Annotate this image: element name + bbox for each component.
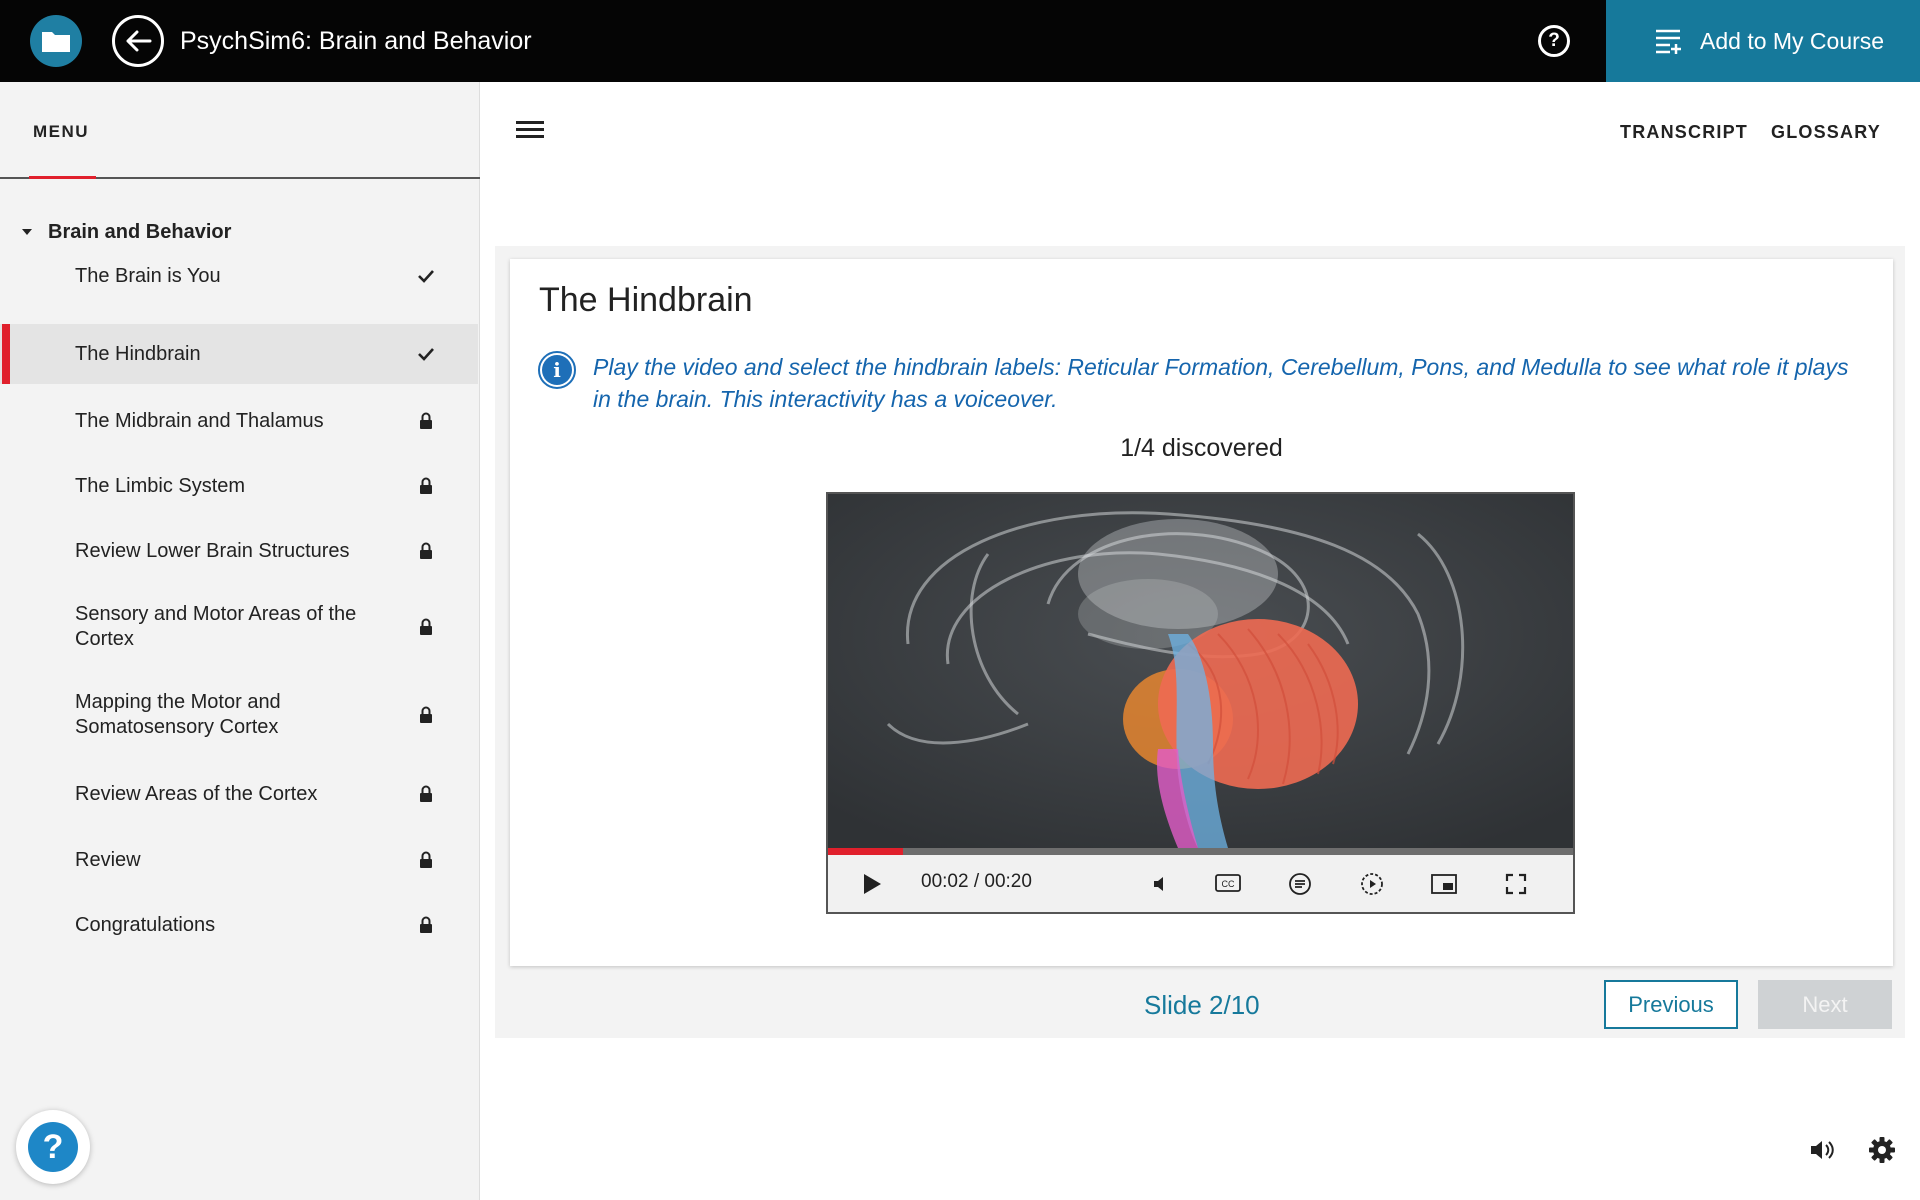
glossary-link[interactable]: GLOSSARY — [1771, 122, 1881, 143]
audio-icon[interactable] — [1808, 1135, 1838, 1165]
lock-icon — [415, 410, 437, 432]
slide-card: The Hindbrain i Play the video and selec… — [510, 259, 1893, 966]
video-controls: 00:02 / 00:20 CC — [828, 855, 1573, 912]
help-icon[interactable]: ? — [1538, 25, 1570, 57]
active-indicator — [2, 324, 10, 384]
previous-button[interactable]: Previous — [1604, 980, 1738, 1029]
sidebar-item-congratulations[interactable]: Congratulations — [0, 901, 478, 949]
caret-down-icon — [22, 229, 32, 235]
app-title: PsychSim6: Brain and Behavior — [180, 27, 532, 55]
picture-in-picture-icon[interactable] — [1427, 867, 1461, 901]
folder-button[interactable] — [30, 15, 82, 67]
video-time: 00:02 / 00:20 — [921, 871, 1032, 892]
check-icon — [415, 343, 437, 365]
section-header[interactable]: Brain and Behavior — [0, 212, 480, 252]
sidebar-item-mapping-cortex[interactable]: Mapping the Motor and Somatosensory Cort… — [0, 680, 478, 750]
brain-video-frame[interactable] — [828, 494, 1573, 848]
lock-icon — [415, 849, 437, 871]
sidebar-item-label: Mapping the Motor and Somatosensory Cort… — [75, 691, 281, 738]
sidebar-item-label: The Limbic System — [75, 474, 246, 497]
sidebar: MENU Brain and Behavior The Brain is You… — [0, 82, 480, 1200]
slide-title: The Hindbrain — [539, 281, 753, 319]
sidebar-item-hindbrain[interactable]: The Hindbrain — [0, 324, 478, 384]
play-icon[interactable] — [855, 867, 889, 901]
next-button[interactable]: Next — [1758, 980, 1892, 1029]
slide-counter: Slide 2/10 — [1144, 990, 1260, 1020]
transcript-link[interactable]: TRANSCRIPT — [1620, 122, 1748, 143]
discovered-count: 1/4 discovered — [1120, 434, 1283, 462]
sidebar-item-label: Sensory and Motor Areas of the Cortex — [75, 603, 357, 650]
sidebar-item-brain-is-you[interactable]: The Brain is You — [0, 252, 478, 300]
sidebar-item-midbrain[interactable]: The Midbrain and Thalamus — [0, 397, 478, 445]
gear-icon[interactable] — [1866, 1134, 1898, 1166]
video-progress-fill — [828, 848, 903, 855]
lock-icon — [415, 914, 437, 936]
menu-tab-indicator — [29, 176, 96, 179]
sidebar-item-limbic-system[interactable]: The Limbic System — [0, 462, 478, 510]
sidebar-item-label: Congratulations — [75, 913, 216, 936]
sidebar-item-review-lower-brain[interactable]: Review Lower Brain Structures — [0, 527, 478, 575]
sidebar-item-label: Review Lower Brain Structures — [75, 539, 350, 562]
top-bar: PsychSim6: Brain and Behavior ? Add to M… — [0, 0, 1920, 82]
sidebar-item-review[interactable]: Review — [0, 836, 478, 884]
instructions-text: Play the video and select the hindbrain … — [593, 354, 1849, 412]
closed-captions-icon[interactable]: CC — [1211, 867, 1245, 901]
folder-icon — [42, 32, 70, 52]
add-to-course-label: Add to My Course — [1700, 27, 1885, 54]
sidebar-item-review-cortex[interactable]: Review Areas of the Cortex — [0, 770, 478, 818]
lock-icon — [415, 540, 437, 562]
volume-icon[interactable] — [1144, 867, 1178, 901]
sidebar-item-label: Review — [75, 848, 141, 871]
sidebar-item-label: Review Areas of the Cortex — [75, 782, 318, 805]
menu-tab-label: MENU — [33, 122, 90, 141]
lock-icon — [415, 616, 437, 638]
arrow-left-icon — [126, 30, 152, 52]
sidebar-item-label: The Midbrain and Thalamus — [75, 409, 324, 432]
add-to-course-button[interactable]: Add to My Course — [1606, 0, 1920, 82]
back-button[interactable] — [112, 15, 164, 67]
info-icon: i — [538, 351, 576, 389]
fullscreen-icon[interactable] — [1499, 867, 1533, 901]
playlist-add-icon — [1656, 29, 1681, 54]
question-icon: ? — [28, 1122, 78, 1172]
video-progress-bar[interactable] — [828, 848, 1573, 855]
sidebar-item-sensory-motor[interactable]: Sensory and Motor Areas of the Cortex — [0, 592, 478, 662]
sidebar-item-label: The Brain is You — [75, 264, 221, 287]
sidebar-item-label: The Hindbrain — [75, 342, 201, 365]
section-label: Brain and Behavior — [48, 220, 232, 243]
lock-icon — [415, 475, 437, 497]
video-player: 00:02 / 00:20 CC — [826, 492, 1575, 914]
playback-speed-icon[interactable] — [1355, 867, 1389, 901]
help-button[interactable]: ? — [16, 1110, 90, 1184]
lock-icon — [415, 704, 437, 726]
svg-text:CC: CC — [1222, 879, 1235, 889]
hamburger-menu-icon[interactable] — [516, 121, 544, 141]
check-icon — [415, 265, 437, 287]
menu-tab[interactable]: MENU — [0, 82, 480, 179]
lock-icon — [415, 783, 437, 805]
transcript-icon[interactable] — [1283, 867, 1317, 901]
